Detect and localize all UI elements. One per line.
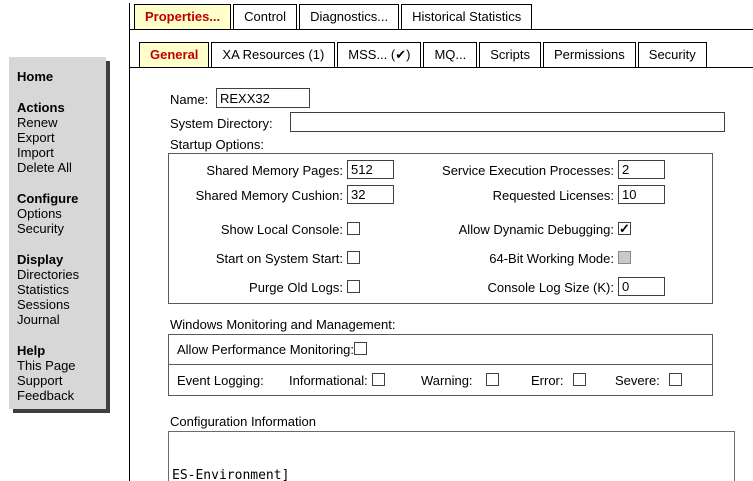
sidebar-group-display: Display Directories Statistics Sessions … [17,252,106,327]
console-log-size-input[interactable] [618,277,665,296]
show-local-console-label: Show Local Console: [171,222,343,237]
name-label: Name: [170,92,208,107]
event-level-informational-label: Informational: [289,373,368,388]
sidebar-group-actions: Actions Renew Export Import Delete All [17,100,106,175]
tab-mq[interactable]: MQ... [423,42,477,68]
startup-options-box: Shared Memory Pages: Service Execution P… [168,153,713,304]
monitoring-title: Windows Monitoring and Management: [170,317,395,332]
sidebar-group-header-help: Help [17,343,106,358]
sidebar-item-delete-all[interactable]: Delete All [17,160,106,175]
tab-permissions[interactable]: Permissions [543,42,636,68]
64bit-working-mode-checkbox [618,251,631,264]
content-left-border [129,3,130,481]
allow-dynamic-debugging-checkbox[interactable] [618,222,631,235]
secondary-tab-bar: General XA Resources (1) MSS... (✔) MQ..… [139,42,709,68]
requested-licenses-input[interactable] [618,185,665,204]
sidebar-item-support[interactable]: Support [17,373,106,388]
sidebar-item-statistics[interactable]: Statistics [17,282,106,297]
sidebar-item-export[interactable]: Export [17,130,106,145]
primary-tab-bar: Properties... Control Diagnostics... His… [134,4,534,30]
tab-historical-statistics[interactable]: Historical Statistics [401,4,532,30]
configuration-textarea[interactable]: ES-Environment] MFTRACE_CONFIG=C:\Users\… [168,431,735,481]
sidebar-group-configure: Configure Options Security [17,191,106,236]
purge-old-logs-checkbox[interactable] [347,280,360,293]
sidebar-item-security[interactable]: Security [17,221,106,236]
event-level-error-label: Error: [531,373,564,388]
startup-options-title: Startup Options: [170,137,264,152]
requested-licenses-label: Requested Licenses: [409,188,614,203]
show-local-console-checkbox[interactable] [347,222,360,235]
allow-dynamic-debugging-label: Allow Dynamic Debugging: [409,222,614,237]
shared-memory-cushion-label: Shared Memory Cushion: [171,188,343,203]
allow-performance-monitoring-label: Allow Performance Monitoring: [177,342,354,357]
sidebar: Home Actions Renew Export Import Delete … [9,57,106,409]
sidebar-group-header-display: Display [17,252,106,267]
service-execution-processes-input[interactable] [618,160,665,179]
event-level-warning-label: Warning: [421,373,473,388]
sidebar-item-options[interactable]: Options [17,206,106,221]
shared-memory-pages-input[interactable] [347,160,394,179]
tab-security[interactable]: Security [638,42,707,68]
sidebar-item-import[interactable]: Import [17,145,106,160]
event-level-informational-checkbox[interactable] [372,373,385,386]
purge-old-logs-label: Purge Old Logs: [171,280,343,295]
tab-scripts[interactable]: Scripts [479,42,541,68]
event-level-error-checkbox[interactable] [573,373,586,386]
shared-memory-pages-label: Shared Memory Pages: [171,163,343,178]
tab-general[interactable]: General [139,42,209,68]
system-directory-label: System Directory: [170,116,273,131]
sidebar-group-header-actions: Actions [17,100,106,115]
sidebar-item-journal[interactable]: Journal [17,312,106,327]
tab-xa-resources[interactable]: XA Resources (1) [211,42,335,68]
screen: Properties... Control Diagnostics... His… [0,0,753,481]
event-level-warning-checkbox[interactable] [486,373,499,386]
sidebar-item-this-page[interactable]: This Page [17,358,106,373]
64bit-working-mode-label: 64-Bit Working Mode: [409,251,614,266]
tab-mss[interactable]: MSS... (✔) [337,42,421,68]
sidebar-group-header-configure: Configure [17,191,106,206]
event-level-severe-checkbox[interactable] [669,373,682,386]
configuration-title: Configuration Information [170,414,316,429]
console-log-size-label: Console Log Size (K): [409,280,614,295]
allow-performance-monitoring-checkbox[interactable] [354,342,367,355]
sidebar-item-directories[interactable]: Directories [17,267,106,282]
event-level-severe-label: Severe: [615,373,660,388]
name-input[interactable] [216,88,310,108]
tab-control[interactable]: Control [233,4,297,30]
sidebar-item-home[interactable]: Home [17,69,106,84]
monitoring-divider [169,364,712,365]
shared-memory-cushion-input[interactable] [347,185,394,204]
sidebar-item-renew[interactable]: Renew [17,115,106,130]
sidebar-item-feedback[interactable]: Feedback [17,388,106,403]
config-line-1: ES-Environment] [172,467,731,481]
event-logging-label: Event Logging: [177,373,264,388]
start-on-system-start-checkbox[interactable] [347,251,360,264]
tab-diagnostics[interactable]: Diagnostics... [299,4,399,30]
monitoring-box: Allow Performance Monitoring: Event Logg… [168,334,713,396]
service-execution-processes-label: Service Execution Processes: [409,163,614,178]
tab-properties[interactable]: Properties... [134,4,231,30]
sidebar-group-help: Help This Page Support Feedback [17,343,106,403]
system-directory-input[interactable] [290,112,725,132]
sidebar-item-sessions[interactable]: Sessions [17,297,106,312]
start-on-system-start-label: Start on System Start: [171,251,343,266]
